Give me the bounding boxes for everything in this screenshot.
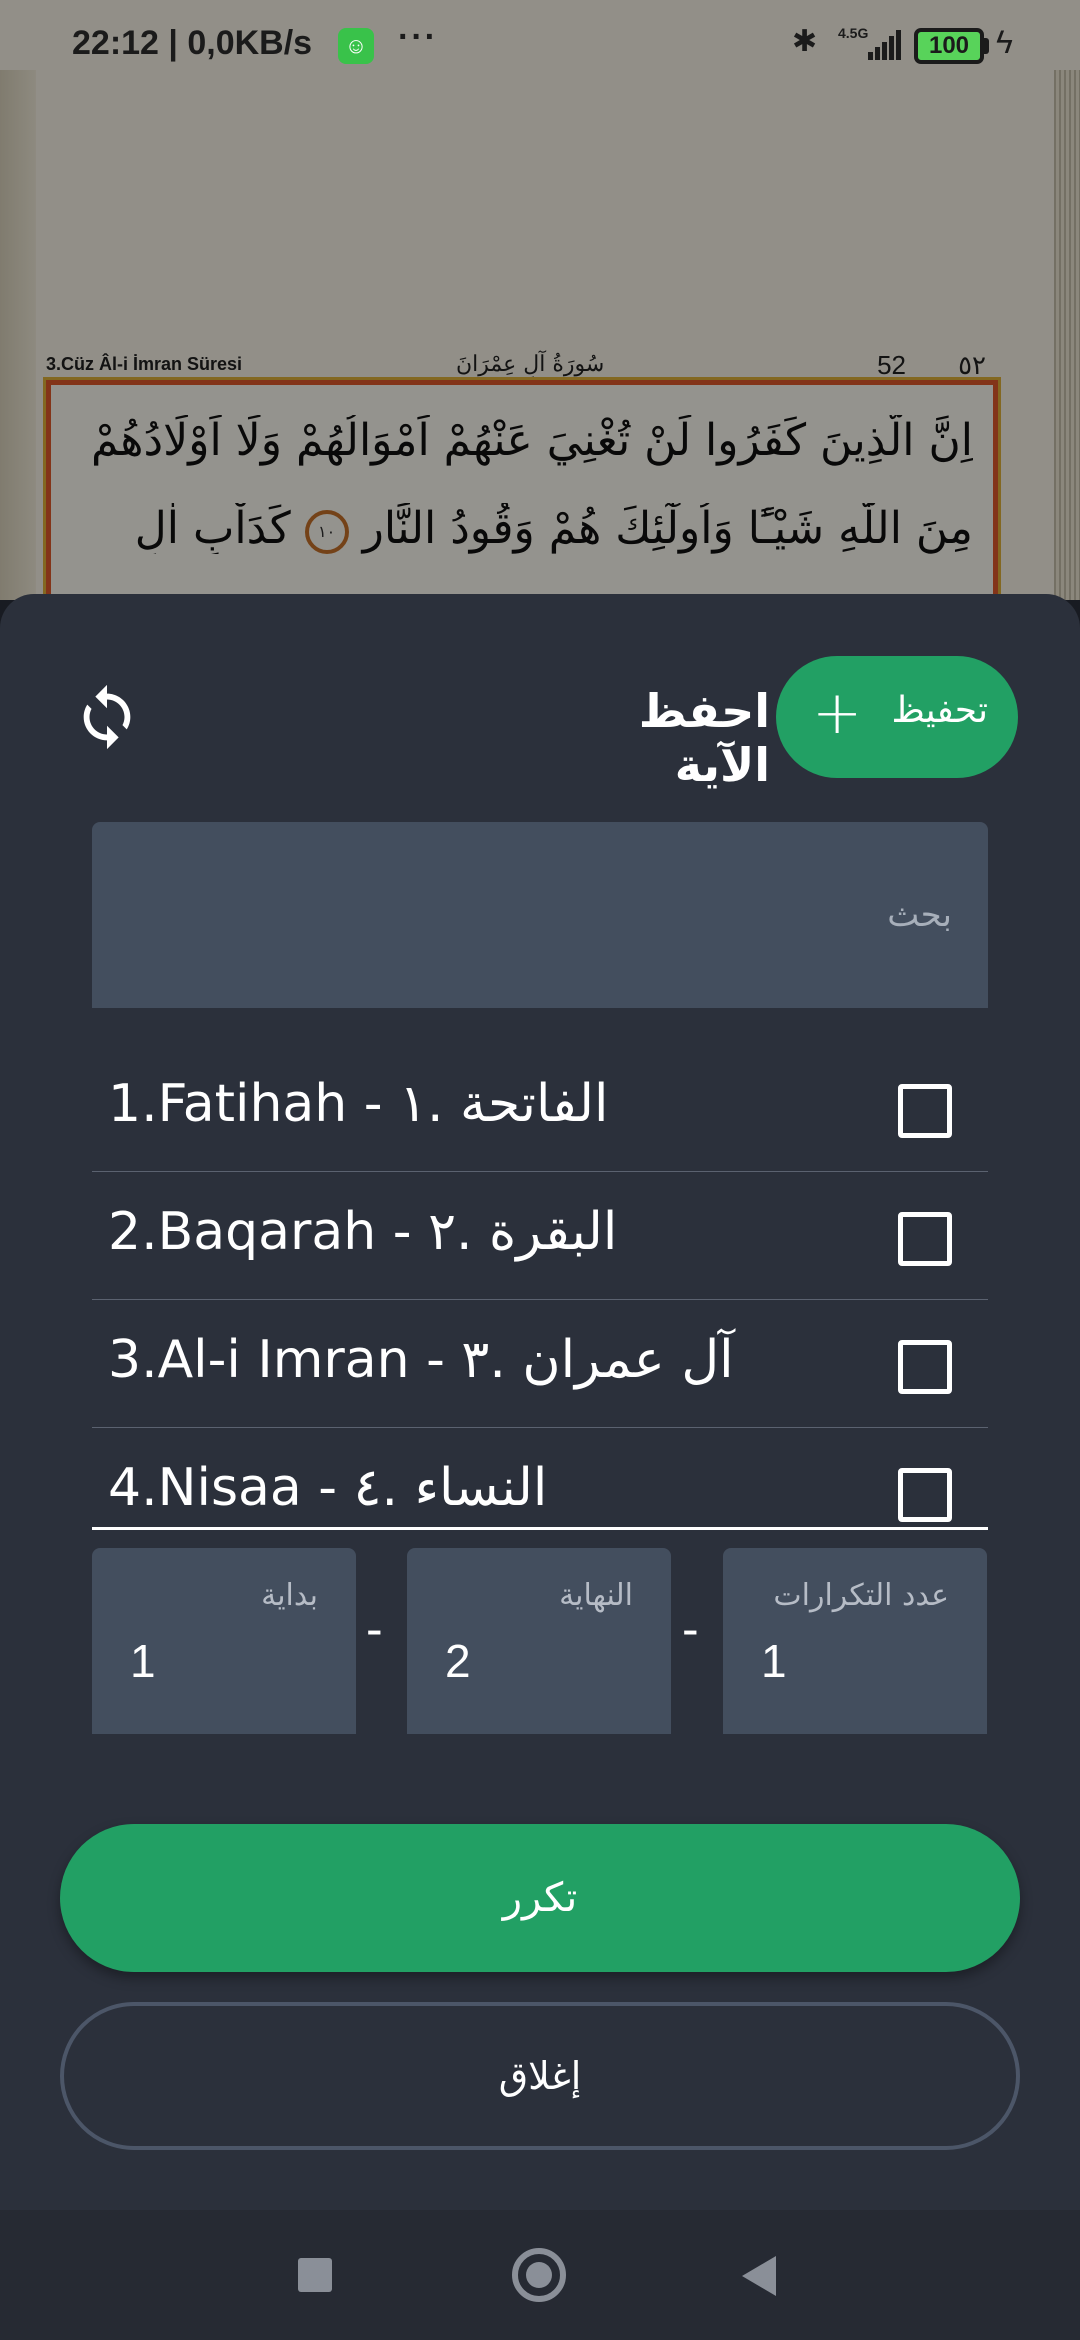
memorize-bottom-sheet: احفظ الآية + تحفيظ 1.Fatihah - الفاتحة .… xyxy=(0,594,1080,2210)
system-navigation-bar xyxy=(0,2210,1080,2340)
range-separator: - xyxy=(366,1601,383,1657)
surah-label: 4.Nisaa - النساء .٤ xyxy=(108,1458,548,1518)
list-item[interactable]: 1.Fatihah - الفاتحة .١ xyxy=(92,1044,988,1172)
checkbox[interactable] xyxy=(898,1468,952,1522)
checkbox[interactable] xyxy=(898,1212,952,1266)
list-item[interactable]: 2.Baqarah - البقرة .٢ xyxy=(92,1172,988,1300)
battery-icon: 100 xyxy=(914,28,984,64)
signal-icon xyxy=(868,30,902,60)
sheet-title: احفظ الآية xyxy=(638,684,770,792)
back-icon[interactable] xyxy=(742,2256,776,2296)
repeat-button[interactable]: تكرر xyxy=(60,1824,1020,1972)
checkbox[interactable] xyxy=(898,1084,952,1138)
repetitions-field-label: عدد التكرارات xyxy=(773,1578,949,1613)
range-separator: - xyxy=(682,1601,699,1657)
charging-icon: ϟ xyxy=(996,24,1013,60)
plus-icon: + xyxy=(812,678,863,748)
memorize-button[interactable]: + تحفيظ xyxy=(776,656,1018,778)
start-field-label: بداية xyxy=(261,1578,318,1613)
memorize-button-label: تحفيظ xyxy=(891,690,988,731)
recents-icon[interactable] xyxy=(298,2258,332,2292)
end-field[interactable]: النهاية 2 xyxy=(407,1548,671,1734)
checkbox[interactable] xyxy=(898,1340,952,1394)
repetitions-field[interactable]: عدد التكرارات 1 xyxy=(723,1548,987,1734)
surah-label: 1.Fatihah - الفاتحة .١ xyxy=(108,1074,609,1134)
network-type: 4.5G xyxy=(838,25,869,41)
search-field[interactable] xyxy=(92,822,988,1008)
end-field-label: النهاية xyxy=(559,1578,633,1613)
search-input[interactable] xyxy=(92,822,988,1008)
list-item[interactable]: 3.Al-i Imran - آل عمران .٣ xyxy=(92,1300,988,1428)
more-notifications-icon: ··· xyxy=(398,18,438,56)
bluetooth-icon: ✱ xyxy=(792,25,818,58)
end-field-value[interactable]: 2 xyxy=(445,1634,471,1688)
start-field-value[interactable]: 1 xyxy=(130,1634,156,1688)
repetitions-field-value[interactable]: 1 xyxy=(761,1634,787,1688)
surah-list[interactable]: 1.Fatihah - الفاتحة .١ 2.Baqarah - البقر… xyxy=(92,1044,988,1530)
surah-label: 3.Al-i Imran - آل عمران .٣ xyxy=(108,1330,734,1390)
surah-label: 2.Baqarah - البقرة .٢ xyxy=(108,1202,618,1262)
list-item[interactable]: 4.Nisaa - النساء .٤ xyxy=(92,1428,988,1527)
refresh-icon[interactable] xyxy=(72,682,142,752)
close-button[interactable]: إغلاق xyxy=(60,2002,1020,2150)
home-icon[interactable] xyxy=(512,2248,566,2302)
android-face-icon: ☺ xyxy=(338,28,374,64)
battery-tip xyxy=(984,38,989,54)
start-field[interactable]: بداية 1 xyxy=(92,1548,356,1734)
status-bar: 22:12 | 0,0KB/s ☺ ··· ✱ 4.5G 100 ϟ xyxy=(0,0,1080,72)
status-time-speed: 22:12 | 0,0KB/s xyxy=(72,24,313,62)
